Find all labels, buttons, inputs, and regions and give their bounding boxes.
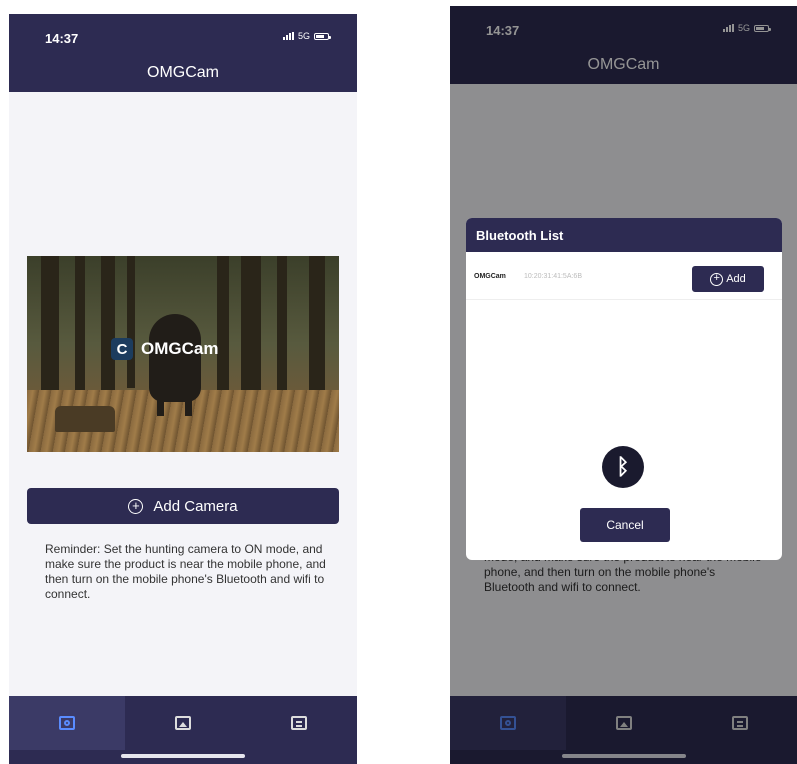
gallery-icon (175, 716, 191, 730)
reminder-text: Reminder: Set the hunting camera to ON m… (45, 542, 326, 601)
logo-text: OMGCam (141, 339, 219, 358)
add-camera-label: Add Camera (153, 497, 238, 515)
tab-camera[interactable] (9, 696, 125, 750)
tab-records[interactable] (241, 696, 357, 750)
home-indicator (121, 754, 245, 758)
device-name: OMGCam (474, 273, 506, 280)
bluetooth-screen: 14:37 5G OMGCam mode, and make sure the … (450, 6, 797, 764)
tab-bar (9, 696, 357, 764)
tree-stump (55, 406, 115, 432)
add-device-button[interactable]: + Add (692, 266, 764, 292)
tab-gallery[interactable] (125, 696, 241, 750)
status-indicators: 5G (282, 31, 331, 41)
camera-icon (59, 716, 75, 730)
home-screen: 14:37 5G OMGCam C OMGCam + Add Camera Re… (9, 14, 357, 764)
signal-icon (282, 32, 294, 40)
bluetooth-icon: ᛒ (602, 446, 644, 488)
dialog-title: Bluetooth List (466, 218, 782, 252)
add-camera-button[interactable]: + Add Camera (27, 488, 339, 524)
plus-circle-icon: + (128, 498, 144, 514)
cancel-button[interactable]: Cancel (580, 508, 670, 542)
plus-circle-icon: + (710, 272, 724, 286)
network-label: 5G (297, 31, 310, 41)
brand-logo: C OMGCam (111, 338, 218, 360)
app-title: OMGCam (147, 64, 219, 81)
device-mac: 10:20:31:41:5A:6B (524, 273, 582, 280)
hero-image: C OMGCam (27, 256, 339, 452)
battery-icon (314, 32, 331, 40)
app-header: 14:37 5G OMGCam (9, 14, 357, 92)
device-list-item[interactable]: OMGCam 10:20:31:41:5A:6B + Add (466, 260, 782, 300)
bluetooth-dialog: Bluetooth List OMGCam 10:20:31:41:5A:6B … (466, 218, 782, 560)
add-label: Add (726, 273, 746, 285)
status-time: 14:37 (45, 31, 79, 46)
logo-icon: C (111, 338, 133, 360)
clipboard-icon (291, 716, 307, 730)
